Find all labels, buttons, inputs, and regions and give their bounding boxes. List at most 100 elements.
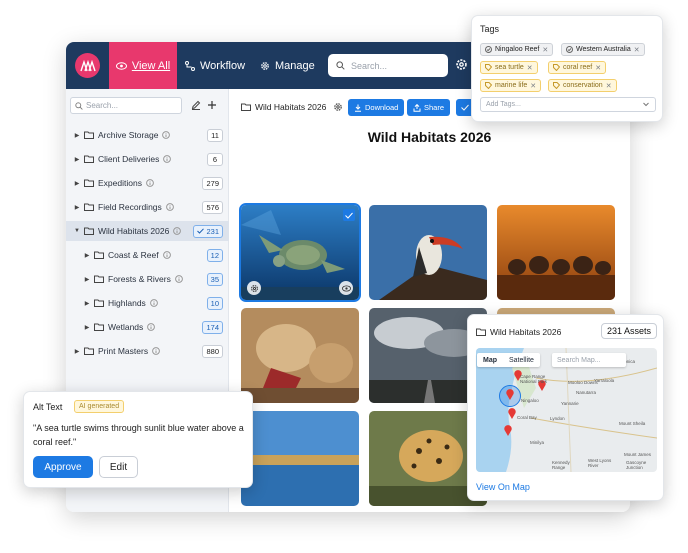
count-badge: 279 (202, 176, 223, 190)
folder-icon (84, 131, 94, 139)
map-label: Coral Bay (517, 415, 537, 420)
share-button[interactable]: Share (407, 99, 451, 116)
count-badge: 231 (193, 224, 223, 238)
tree-item-archive-storage[interactable]: ▶ Archive Storage 11 (66, 125, 229, 145)
expand-caret-icon[interactable]: ▶ (72, 180, 82, 187)
alt-text-panel: Alt Text AI generated "A sea turtle swim… (23, 391, 253, 488)
alt-text-content[interactable]: "A sea turtle swims through sunlit blue … (33, 421, 248, 449)
breadcrumb-folder[interactable]: Wild Habitats 2026 (255, 102, 326, 112)
map-pin-icon[interactable] (508, 408, 516, 419)
map-label: Mount James (624, 452, 652, 457)
tree-item-coast-reef[interactable]: ▶ Coast & Reef 12 (66, 245, 229, 265)
nav-view-all[interactable]: View All (109, 42, 177, 89)
ai-generated-badge: AI generated (74, 400, 125, 413)
tag-chip[interactable]: Western Australia ✕ (561, 43, 645, 56)
asset-settings-button[interactable] (247, 281, 261, 295)
tree-item-print-masters[interactable]: ▶ Print Masters 880 (66, 341, 229, 361)
info-icon[interactable] (163, 155, 172, 163)
remove-tag-icon[interactable]: ✕ (542, 46, 548, 54)
tree-item-expeditions[interactable]: ▶ Expeditions 279 (66, 173, 229, 193)
tree-item-client-deliveries[interactable]: ▶ Client Deliveries 6 (66, 149, 229, 169)
tag-chip[interactable]: sea turtle ✕ (480, 61, 538, 74)
check-icon (197, 228, 205, 234)
remove-tag-icon[interactable]: ✕ (595, 64, 601, 72)
info-icon[interactable] (162, 251, 171, 259)
asset-thumbnail-lake[interactable] (241, 411, 359, 506)
info-icon[interactable] (152, 347, 160, 355)
info-icon[interactable] (173, 227, 182, 235)
asset-preview-button[interactable] (339, 281, 353, 295)
tag-label: Ningaloo Reef (495, 46, 540, 53)
add-folder-plus-icon[interactable] (207, 100, 217, 110)
info-icon[interactable] (174, 275, 183, 283)
add-tags-select[interactable]: Add Tags... (480, 97, 656, 112)
map-tab-map[interactable]: Map (477, 353, 503, 367)
folder-settings-gear-icon[interactable] (333, 102, 343, 112)
expand-caret-icon[interactable]: ▶ (72, 132, 82, 139)
nav-workflow[interactable]: Workflow (185, 42, 245, 89)
assets-count-badge: 231 Assets (600, 323, 657, 339)
map-pin-icon[interactable] (504, 425, 512, 436)
asset-thumbnail-sea-turtle[interactable] (239, 203, 361, 302)
tree-item-forests-rivers[interactable]: ▶ Forests & Rivers 35 (66, 269, 229, 289)
remove-tag-icon[interactable]: ✕ (527, 64, 533, 72)
global-search[interactable] (328, 54, 448, 77)
tree-item-label: Print Masters (98, 346, 149, 356)
map-pin-selected-icon[interactable] (506, 389, 514, 400)
approve-button[interactable]: Approve (33, 456, 93, 478)
map-panel: Wild Habitats 2026 231 Assets Cape Range… (467, 314, 664, 501)
edit-pencil-icon[interactable] (191, 100, 201, 110)
folder-icon (94, 275, 104, 283)
collapse-caret-icon[interactable]: ▼ (72, 228, 82, 234)
logo-mark-icon (79, 59, 96, 71)
tag-chip[interactable]: coral reef ✕ (548, 61, 607, 74)
info-icon[interactable] (147, 323, 156, 331)
expand-caret-icon[interactable]: ▶ (72, 348, 82, 355)
sidebar-search[interactable] (70, 97, 182, 114)
selected-checkbox[interactable] (343, 209, 355, 221)
tag-label: marine life (495, 82, 528, 89)
sidebar-search-input[interactable] (86, 101, 176, 110)
view-on-map-link[interactable]: View On Map (476, 482, 530, 492)
settings-gear-icon[interactable] (455, 58, 468, 71)
tree-item-field-recordings[interactable]: ▶ Field Recordings 576 (66, 197, 229, 217)
tree-item-highlands[interactable]: ▶ Highlands 10 (66, 293, 229, 313)
info-icon[interactable] (149, 299, 158, 307)
remove-tag-icon[interactable]: ✕ (530, 82, 536, 90)
tag-chip[interactable]: marine life ✕ (480, 79, 542, 92)
expand-caret-icon[interactable]: ▶ (82, 324, 92, 331)
edit-button[interactable]: Edit (99, 456, 138, 478)
folder-icon (241, 103, 251, 111)
download-label: Download (365, 103, 399, 112)
asset-thumbnail-elephants[interactable] (497, 205, 615, 300)
brand-logo[interactable] (75, 53, 100, 78)
expand-caret-icon[interactable]: ▶ (72, 156, 82, 163)
nav-view-all-label: View All (131, 59, 171, 72)
remove-tag-icon[interactable]: ✕ (606, 82, 612, 90)
expand-caret-icon[interactable]: ▶ (72, 204, 82, 211)
global-search-input[interactable] (351, 60, 441, 71)
tag-chip[interactable]: Ningaloo Reef ✕ (480, 43, 554, 56)
nav-manage[interactable]: Manage (260, 42, 315, 89)
download-button[interactable]: Download (348, 99, 405, 116)
info-icon[interactable] (146, 179, 154, 187)
expand-caret-icon[interactable]: ▶ (82, 300, 92, 307)
expand-caret-icon[interactable]: ▶ (82, 276, 92, 283)
map-search-input[interactable]: Search Map... (552, 353, 626, 367)
tag-chip[interactable]: conservation ✕ (548, 79, 617, 92)
remove-tag-icon[interactable]: ✕ (634, 46, 640, 54)
add-tags-placeholder: Add Tags... (486, 101, 521, 108)
tree-item-label: Field Recordings (98, 202, 162, 212)
asset-thumbnail-hornbill[interactable] (369, 205, 487, 300)
info-icon[interactable] (162, 131, 171, 139)
map-folder-heading: Wild Habitats 2026 (476, 327, 561, 337)
info-icon[interactable] (165, 203, 174, 211)
folder-icon (84, 179, 94, 187)
map-label: Nanutarra (576, 390, 597, 395)
map-tab-satellite[interactable]: Satellite (503, 353, 540, 367)
tree-item-wetlands[interactable]: ▶ Wetlands 174 (66, 317, 229, 337)
expand-caret-icon[interactable]: ▶ (82, 252, 92, 259)
tree-item-wild-habitats-2026[interactable]: ▼ Wild Habitats 2026 231 (66, 221, 229, 241)
elephants-sunset-image (497, 205, 615, 300)
asset-thumbnail-lion[interactable] (241, 308, 359, 403)
